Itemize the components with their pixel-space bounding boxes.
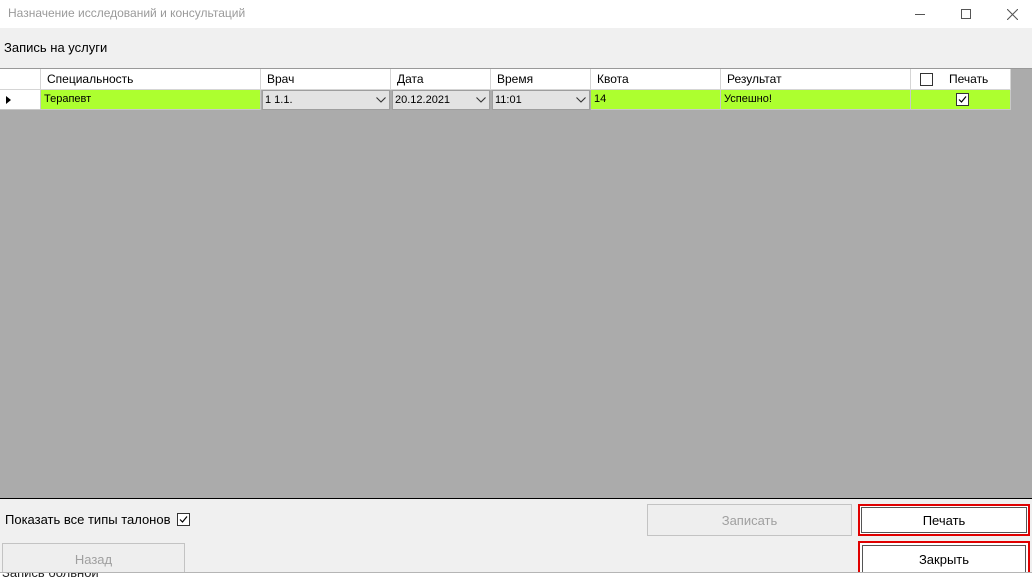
date-value: 20.12.2021 xyxy=(395,93,451,106)
table-row[interactable]: Терапевт 1 1.1. 20.12.2021 11:01 14 Успе… xyxy=(0,90,1011,110)
services-grid[interactable]: Специальность Врач Дата Время Квота Резу… xyxy=(0,68,1032,499)
time-value: 11:01 xyxy=(495,93,522,106)
show-all-types-option[interactable]: Показать все типы талонов xyxy=(5,512,190,527)
show-all-types-checkbox[interactable] xyxy=(176,513,190,526)
chevron-down-icon[interactable] xyxy=(473,91,489,109)
cell-quota[interactable]: 14 xyxy=(591,90,721,110)
background-window-edge: Запись больной xyxy=(0,572,1032,581)
checkmark-icon xyxy=(958,96,966,103)
cell-print[interactable] xyxy=(911,90,1011,110)
column-header-result[interactable]: Результат xyxy=(721,69,911,90)
column-header-time[interactable]: Время xyxy=(491,69,591,90)
column-header-doctor[interactable]: Врач xyxy=(261,69,391,90)
column-header-specialty[interactable]: Специальность xyxy=(41,69,261,90)
print-all-checkbox[interactable] xyxy=(920,72,933,86)
row-header-corner xyxy=(0,69,41,90)
section-label: Запись на услуги xyxy=(4,40,108,55)
minimize-button[interactable] xyxy=(897,0,943,28)
checkmark-icon xyxy=(179,516,187,523)
column-header-quota[interactable]: Квота xyxy=(591,69,721,90)
form-body: Запись на услуги Специальность Врач Дата… xyxy=(0,28,1032,581)
column-header-date[interactable]: Дата xyxy=(391,69,491,90)
minimize-icon xyxy=(915,13,925,15)
title-bar: Назначение исследований и консультаций xyxy=(0,0,1032,28)
column-header-print[interactable]: Печать xyxy=(911,69,1011,90)
cell-specialty[interactable]: Терапевт xyxy=(41,90,261,110)
row-header[interactable] xyxy=(0,90,41,110)
back-button[interactable]: Назад xyxy=(2,543,185,575)
grid-header: Специальность Врач Дата Время Квота Резу… xyxy=(0,69,1011,90)
window-title: Назначение исследований и консультаций xyxy=(8,6,246,20)
chevron-down-icon[interactable] xyxy=(573,91,589,109)
doctor-value: 1 1.1. xyxy=(265,93,293,106)
date-combobox[interactable]: 20.12.2021 xyxy=(392,90,490,110)
background-window-text: Запись больной xyxy=(2,572,99,580)
column-header-print-label: Печать xyxy=(949,72,989,86)
chevron-down-icon[interactable] xyxy=(373,91,389,109)
print-button[interactable]: Печать xyxy=(858,504,1030,536)
cell-result[interactable]: Успешно! xyxy=(721,90,911,110)
save-button[interactable]: Записать xyxy=(647,504,852,536)
close-window-button[interactable] xyxy=(989,0,1032,28)
current-row-arrow-icon xyxy=(6,95,11,104)
close-icon xyxy=(1006,8,1018,20)
print-row-checkbox[interactable] xyxy=(955,93,969,106)
doctor-combobox[interactable]: 1 1.1. xyxy=(262,90,390,110)
maximize-button[interactable] xyxy=(943,0,989,28)
time-combobox[interactable]: 11:01 xyxy=(492,90,590,110)
show-all-types-label: Показать все типы талонов xyxy=(5,512,171,527)
maximize-icon xyxy=(961,9,971,19)
